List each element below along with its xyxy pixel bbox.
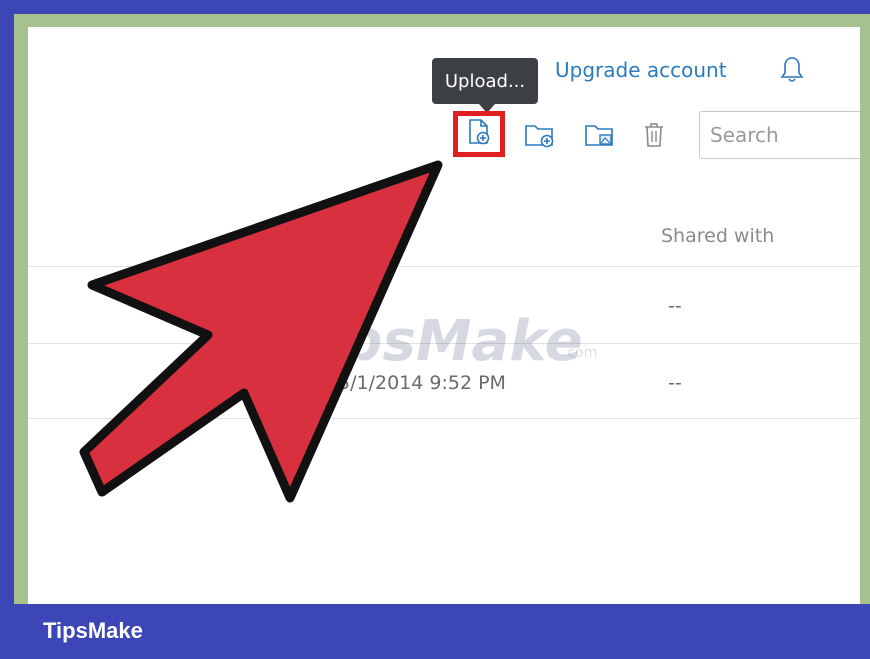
upload-file-icon	[466, 118, 492, 151]
divider	[28, 266, 860, 267]
shared-with-cell: --	[668, 295, 682, 317]
column-header-shared-with[interactable]: Shared with	[661, 225, 774, 247]
shared-with-cell: --	[668, 372, 682, 394]
footer-bar: TipsMake	[0, 604, 870, 659]
modified-date-cell: 5/1/2014 9:52 PM	[338, 372, 506, 394]
upload-folder-button[interactable]	[583, 120, 617, 154]
search-input[interactable]	[699, 111, 860, 159]
upload-folder-icon	[583, 121, 617, 154]
divider	[28, 418, 860, 419]
tooltip-text: Upload...	[444, 70, 526, 92]
upgrade-account-link[interactable]: Upgrade account	[555, 58, 727, 82]
upload-button[interactable]	[453, 111, 505, 157]
app-screen: Upgrade account Upload... Search Shared …	[28, 27, 860, 604]
upload-tooltip: Upload...	[432, 58, 538, 113]
watermark-suffix: .com	[563, 345, 598, 361]
watermark-text: TipsMake	[285, 309, 583, 374]
bell-icon[interactable]	[780, 55, 804, 85]
footer-brand-logo: TipsMake	[43, 618, 143, 643]
new-folder-icon	[523, 121, 557, 154]
delete-button[interactable]	[637, 120, 671, 154]
new-folder-button[interactable]	[523, 120, 557, 154]
trash-icon	[642, 121, 666, 154]
